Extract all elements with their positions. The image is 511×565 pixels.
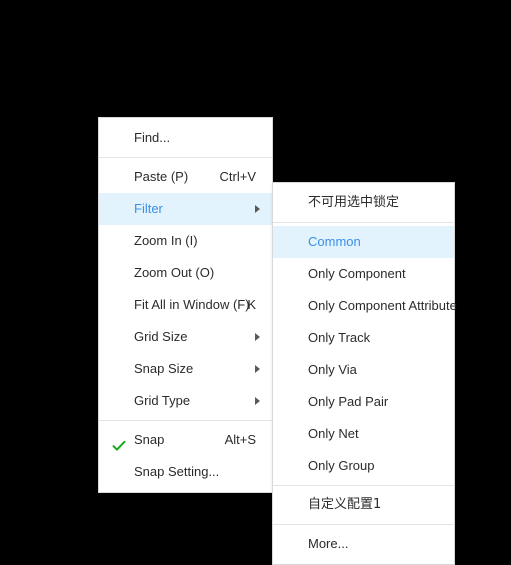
context-menu-item-grid-type[interactable]: Grid Type (99, 385, 272, 417)
filter-submenu-item-only-net-label: Only Net (308, 426, 359, 441)
context-menu-item-snap-size[interactable]: Snap Size (99, 353, 272, 385)
filter-submenu-item-common-label: Common (308, 234, 361, 249)
chevron-right-icon (255, 333, 260, 341)
menu-separator (99, 157, 272, 158)
filter-submenu-item-自定义配置1[interactable]: 自定义配置1 (273, 489, 454, 521)
chevron-right-icon (255, 205, 260, 213)
context-menu-item-snap-label: Snap (134, 432, 165, 447)
context-menu-item-grid-type-label: Grid Type (134, 393, 191, 408)
filter-submenu-item-only-pad-pair[interactable]: Only Pad Pair (273, 386, 454, 418)
filter-submenu-item-only-component[interactable]: Only Component (273, 258, 454, 290)
filter-submenu-item-only-group[interactable]: Only Group (273, 450, 454, 482)
filter-submenu-item-不可用选中锁定-label: 不可用选中锁定 (308, 195, 400, 210)
screen-background: { "colors": { "background": "#000000", "… (0, 0, 511, 565)
context-menu-item-snap-setting-label: Snap Setting... (134, 464, 220, 479)
context-menu[interactable]: Find... Paste (P) Ctrl+V Filter Zoom In (I) Z… (98, 117, 273, 493)
menu-separator (273, 524, 454, 525)
filter-submenu-item-only-component-attribute[interactable]: Only Component Attribute (273, 290, 457, 322)
filter-submenu-item-only-via-label: Only Via (308, 362, 357, 377)
context-menu-item-snap-setting[interactable]: Snap Setting... (99, 456, 272, 488)
context-menu-item-grid-size-label: Grid Size (134, 329, 188, 344)
context-menu-item-snap[interactable]: Snap Alt+S (99, 424, 272, 456)
filter-submenu-item-only-component-attribute-label: Only Component Attribute (308, 298, 457, 313)
filter-submenu-item-自定义配置1-label: 自定义配置1 (308, 497, 382, 512)
context-menu-item-snap-shortcut: Alt+S (224, 432, 256, 447)
context-menu-item-filter[interactable]: Filter (99, 193, 272, 225)
chevron-right-icon (255, 397, 260, 405)
filter-submenu-item-only-via[interactable]: Only Via (273, 354, 454, 386)
filter-submenu-item-only-group-label: Only Group (308, 458, 375, 473)
context-menu-item-zoom-in-i[interactable]: Zoom In (I) (99, 225, 272, 257)
context-menu-item-paste-p[interactable]: Paste (P) Ctrl+V (99, 161, 272, 193)
context-menu-item-fit-all-in-window-f[interactable]: Fit All in Window (F) K (99, 289, 272, 321)
context-menu-item-find-label: Find... (134, 130, 171, 145)
context-menu-item-paste-p-label: Paste (P) (134, 169, 189, 184)
filter-submenu-item-more-label: More... (308, 536, 349, 551)
menu-separator (273, 222, 454, 223)
menu-separator (99, 420, 272, 421)
filter-submenu-item-only-component-label: Only Component (308, 266, 406, 281)
context-menu-item-find[interactable]: Find... (99, 122, 272, 154)
chevron-right-icon (255, 365, 260, 373)
context-menu-item-paste-p-shortcut: Ctrl+V (219, 169, 256, 184)
filter-submenu-item-more[interactable]: More... (273, 528, 454, 560)
menu-separator (273, 485, 454, 486)
filter-submenu-item-only-track[interactable]: Only Track (273, 322, 454, 354)
check-icon (112, 433, 126, 451)
filter-submenu-item-only-pad-pair-label: Only Pad Pair (308, 394, 389, 409)
context-menu-item-zoom-in-i-label: Zoom In (I) (134, 233, 198, 248)
filter-submenu-item-only-net[interactable]: Only Net (273, 418, 454, 450)
filter-submenu-item-common[interactable]: Common (273, 226, 454, 258)
context-menu-item-zoom-out-o-label: Zoom Out (O) (134, 265, 215, 280)
filter-submenu-item-不可用选中锁定[interactable]: 不可用选中锁定 (273, 187, 454, 219)
context-menu-item-fit-all-in-window-f-shortcut: K (247, 297, 256, 312)
context-menu-item-snap-size-label: Snap Size (134, 361, 194, 376)
context-menu-item-grid-size[interactable]: Grid Size (99, 321, 272, 353)
context-menu-item-filter-label: Filter (134, 201, 163, 216)
filter-submenu-item-only-track-label: Only Track (308, 330, 371, 345)
context-menu-item-zoom-out-o[interactable]: Zoom Out (O) (99, 257, 272, 289)
filter-submenu[interactable]: 不可用选中锁定 Common Only Component Only Componen… (272, 182, 457, 565)
context-menu-item-fit-all-in-window-f-label: Fit All in Window (F) (134, 297, 250, 312)
